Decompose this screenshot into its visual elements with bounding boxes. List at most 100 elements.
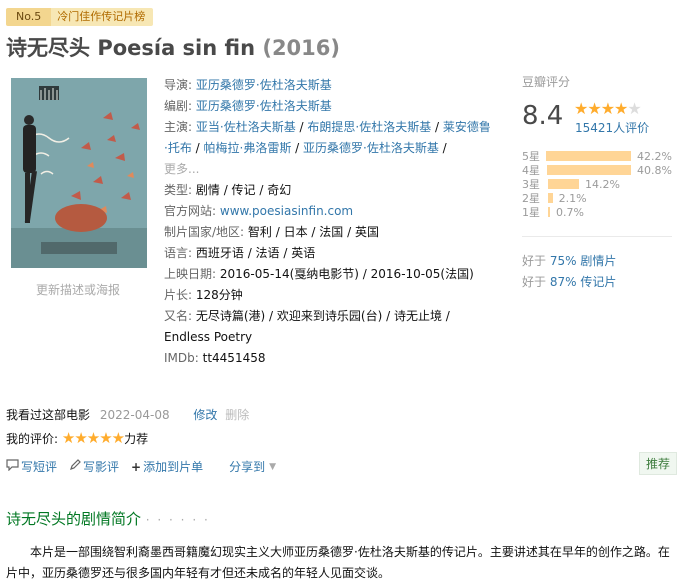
my-rating-stars[interactable]: ★★★★★: [62, 429, 125, 447]
aka-row-2: Endless Poetry: [164, 327, 494, 348]
movie-info: 导演: 亚历桑德罗·佐杜洛夫斯基 编剧: 亚历桑德罗·佐杜洛夫斯基 主演: 亚当…: [164, 75, 494, 369]
rating-divider: [522, 236, 672, 237]
plus-icon: +: [131, 459, 142, 474]
writer-row: 编剧: 亚历桑德罗·佐杜洛夫斯基: [164, 96, 494, 117]
rating-bar-row: 2星 2.1%: [522, 191, 672, 206]
my-rating-label: 我的评价:: [6, 432, 59, 446]
rating-stars: ★★★★★: [574, 99, 642, 118]
website-row: 官方网站: www.poesiasinfin.com: [164, 201, 494, 222]
rating-bar-pct: 14.2%: [584, 177, 620, 191]
title-year: (2016): [262, 36, 340, 60]
write-review-button[interactable]: 写影评: [69, 458, 119, 475]
rating-bar-row: 5星 42.2%: [522, 149, 672, 164]
rating-bar-star: 1星: [522, 206, 540, 219]
website-link[interactable]: www.poesiasinfin.com: [220, 204, 353, 218]
genre-value: 剧情 / 传记 / 奇幻: [195, 183, 292, 197]
website-label: 官方网站:: [164, 204, 217, 218]
aka-label: 又名:: [164, 309, 193, 323]
rating-bar-fill: [546, 165, 632, 175]
write-comment-label: 写短评: [21, 460, 58, 474]
aka-value-line1: 无尽诗篇(港) / 欢迎来到诗乐园(台) / 诗无止境 /: [195, 309, 450, 323]
pencil-icon: [69, 459, 81, 474]
imdb-label: IMDb:: [164, 351, 199, 365]
synopsis-heading: 诗无尽头的剧情简介 · · · · · ·: [6, 508, 210, 529]
cast-link[interactable]: 亚历桑德罗·佐杜洛夫斯基: [303, 141, 439, 155]
better-drama-link[interactable]: 75% 剧情片: [550, 254, 617, 268]
writer-link[interactable]: 亚历桑德罗·佐杜洛夫斯基: [196, 99, 332, 113]
release-label: 上映日期:: [164, 267, 217, 281]
genre-label: 类型:: [164, 183, 193, 197]
watched-label: 我看过这部电影: [6, 408, 91, 422]
rating-bar-fill: [548, 179, 579, 189]
delete-link[interactable]: 删除: [225, 408, 249, 422]
my-rating-text: 力荐: [124, 432, 149, 446]
imdb-value: tt4451458: [202, 351, 266, 365]
comment-icon: [6, 459, 19, 474]
director-label: 导演:: [164, 78, 193, 92]
edit-link[interactable]: 修改: [193, 408, 217, 422]
country-label: 制片国家/地区:: [164, 225, 245, 239]
cast-more-link[interactable]: 更多...: [164, 162, 199, 176]
country-row: 制片国家/地区: 智利 / 日本 / 法国 / 英国: [164, 222, 494, 243]
title-cn: 诗无尽头: [6, 36, 90, 60]
write-review-label: 写影评: [83, 460, 120, 474]
watched-date: 2022-04-08: [99, 408, 170, 422]
movie-poster[interactable]: [11, 78, 147, 268]
director-row: 导演: 亚历桑德罗·佐杜洛夫斯基: [164, 75, 494, 96]
imdb-row: IMDb: tt4451458: [164, 348, 494, 369]
rating-bar-fill: [548, 193, 553, 203]
rating-bar-fill: [546, 151, 632, 161]
synopsis-text: 本片是一部围绕智利裔墨西哥籍魔幻现实主义大师亚历桑德罗·佐杜洛夫斯基的传记片。主…: [6, 545, 670, 580]
genre-row: 类型: 剧情 / 传记 / 奇幻: [164, 180, 494, 201]
cast-link[interactable]: 帕梅拉·弗洛雷斯: [204, 141, 292, 155]
better-prefix: 好于: [522, 254, 547, 268]
better-prefix: 好于: [522, 275, 547, 289]
rating-bar-row: 4星 40.8%: [522, 163, 672, 178]
rating-distribution: 5星 42.2% 4星 40.8% 3星 14.2% 2星 2.1% 1星 0.…: [522, 149, 672, 220]
my-watch-status: 我看过这部电影 2022-04-08 修改 删除: [6, 406, 686, 423]
runtime-label: 片长:: [164, 288, 193, 302]
share-label: 分享到: [229, 460, 266, 474]
cast-label: 主演:: [164, 120, 193, 134]
better-than-drama: 好于 75% 剧情片: [522, 252, 616, 269]
director-link[interactable]: 亚历桑德罗·佐杜洛夫斯基: [196, 78, 332, 92]
rating-bar-pct: 0.7%: [556, 205, 584, 219]
synopsis-title: 诗无尽头的剧情简介: [6, 510, 142, 528]
share-dropdown[interactable]: 分享到 ▼: [229, 458, 278, 475]
language-label: 语言:: [164, 246, 193, 260]
add-to-list-button[interactable]: + 添加到片单: [131, 458, 203, 475]
rating-bar-pct: 42.2%: [637, 149, 672, 163]
recommend-button[interactable]: 推荐: [639, 452, 678, 475]
rating-bar-pct: 40.8%: [637, 163, 672, 177]
rating-title: 豆瓣评分: [522, 75, 571, 89]
rank-list-label[interactable]: 冷门佳作传记片榜: [51, 8, 154, 26]
better-biography-link[interactable]: 87% 传记片: [550, 275, 617, 289]
rating-panel: 豆瓣评分 8.4 ★★★★★ 15421人评价 5星 42.2% 4星 40.8…: [512, 73, 672, 219]
rank-badge[interactable]: No.5 冷门佳作传记片榜: [6, 8, 154, 26]
my-rating: 我的评价: ★★★★★力荐: [6, 429, 148, 447]
rank-number: No.5: [6, 8, 52, 26]
cast-row: 主演: 亚当·佐杜洛夫斯基 / 布朗提思·佐杜洛夫斯基 / 莱安德鲁·托布 / …: [164, 120, 491, 176]
rating-bar-row: 3星 14.2%: [522, 177, 672, 192]
language-row: 语言: 西班牙语 / 法语 / 英语: [164, 243, 494, 264]
update-poster-link[interactable]: 更新描述或海报: [36, 281, 120, 298]
title-original: Poesía sin fin: [97, 36, 256, 60]
runtime-value: 128分钟: [195, 288, 243, 302]
writer-label: 编剧:: [164, 99, 193, 113]
release-value: 2016-05-14(戛纳电影节) / 2016-10-05(法国): [219, 267, 474, 281]
language-value: 西班牙语 / 法语 / 英语: [195, 246, 316, 260]
runtime-row: 片长: 128分钟: [164, 285, 494, 306]
synopsis-dots: · · · · · ·: [145, 513, 210, 527]
country-value: 智利 / 日本 / 法国 / 英国: [247, 225, 379, 239]
aka-value-line2: Endless Poetry: [164, 330, 253, 344]
cast-link[interactable]: 布朗提思·佐杜洛夫斯基: [307, 120, 431, 134]
release-row: 上映日期: 2016-05-14(戛纳电影节) / 2016-10-05(法国): [164, 264, 494, 285]
rating-bar-fill: [548, 207, 550, 217]
write-comment-button[interactable]: 写短评: [6, 458, 57, 475]
better-than-biography: 好于 87% 传记片: [522, 273, 616, 290]
rating-score: 8.4: [522, 101, 564, 131]
rating-bar-pct: 2.1%: [558, 191, 587, 205]
action-bar: 写短评 写影评 + 添加到片单 分享到 ▼: [6, 458, 290, 475]
cast-link[interactable]: 亚当·佐杜洛夫斯基: [196, 120, 296, 134]
rating-votes-link[interactable]: 15421人评价: [575, 119, 649, 136]
